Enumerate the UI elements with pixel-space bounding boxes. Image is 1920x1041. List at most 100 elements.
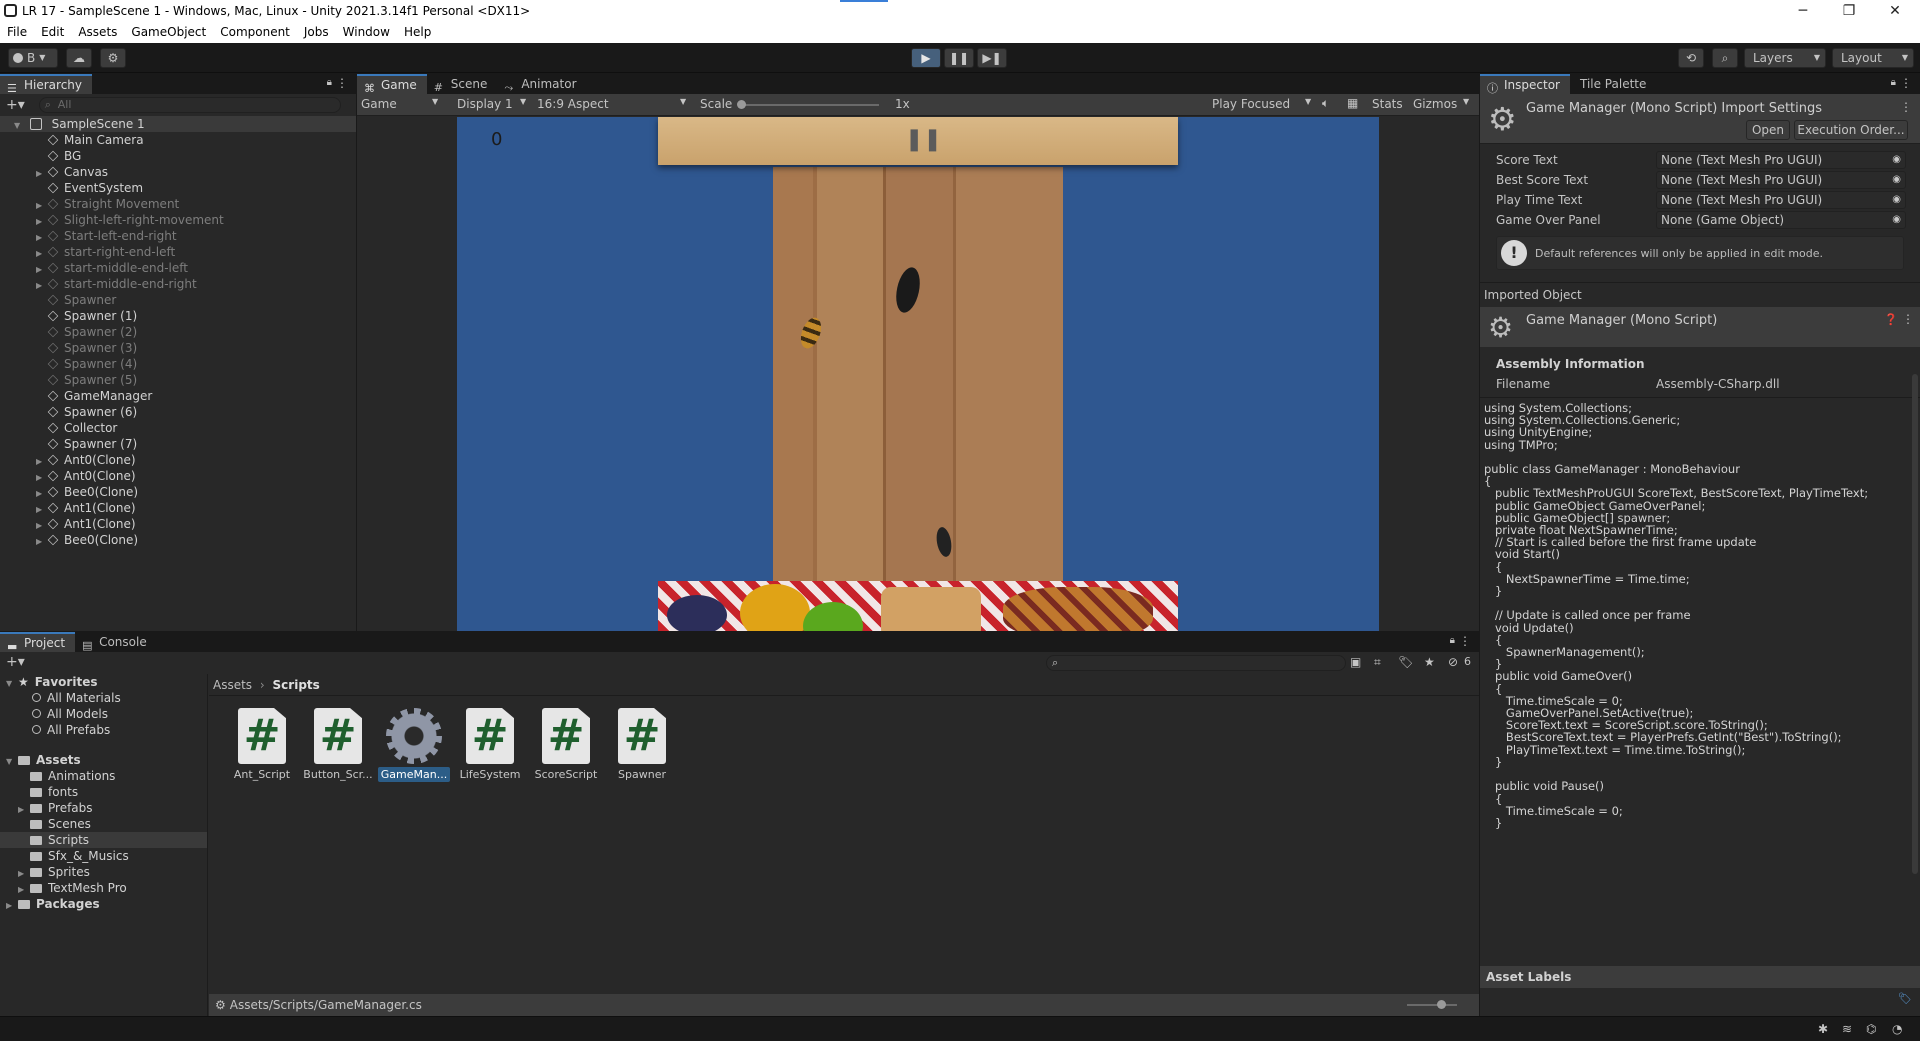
favorite-item[interactable]: All Prefabs [0,722,207,738]
scale-slider[interactable] [739,104,879,106]
menu-window[interactable]: Window [336,22,397,43]
help-icon[interactable]: ❓ [1884,313,1898,326]
menu-assets[interactable]: Assets [71,22,124,43]
step-button[interactable]: ▶❚ [977,48,1007,68]
maximize-button[interactable]: ❐ [1826,0,1872,22]
gizmos-button[interactable]: Gizmos [1413,97,1457,111]
history-button[interactable]: ⟲ [1678,48,1704,68]
layout-dropdown[interactable]: Layout ▼ [1832,48,1914,68]
close-button[interactable]: ✕ [1872,0,1918,22]
hierarchy-item[interactable]: ▶ Slight-left-right-movement [0,212,356,228]
inspector-scrollbar[interactable] [1912,374,1918,874]
game-canvas[interactable]: 0 ❚❚ [457,117,1379,631]
favorites-node[interactable]: ▼ ★ Favorites [0,674,207,690]
favorite-item[interactable]: All Models [0,706,207,722]
hierarchy-item[interactable]: Spawner (2) [0,324,356,340]
menu-jobs[interactable]: Jobs [297,22,336,43]
collab-button[interactable]: ⚙ [100,48,126,68]
menu-edit[interactable]: Edit [34,22,71,43]
hierarchy-item[interactable]: ▶ Ant1(Clone) [0,516,356,532]
favorite-star-icon[interactable]: ★ [1424,655,1435,669]
folder-item[interactable]: Sfx_&_Musics [0,848,207,864]
object-field[interactable]: None (Text Mesh Pro UGUI) ◉ [1656,171,1906,189]
breadcrumb-assets[interactable]: Assets [213,678,252,692]
object-picker-icon[interactable]: ◉ [1892,152,1901,168]
asset-item[interactable]: GameMan... [376,708,452,782]
display-dropdown[interactable]: Display 1 [457,97,513,111]
lock-icon[interactable]: 🔒︎ [327,77,332,88]
menu-component[interactable]: Component [213,22,297,43]
tab-hierarchy[interactable]: ☰ Hierarchy [0,74,93,95]
aspect-dropdown[interactable]: 16:9 Aspect [537,97,609,111]
folder-item[interactable]: Animations [0,768,207,784]
tab-animator[interactable]: ⤳ Animator [497,74,586,94]
asset-item[interactable]: # Spawner [604,708,680,781]
hierarchy-item[interactable]: ▶ start-right-end-left [0,244,356,260]
hierarchy-item[interactable]: Spawner (4) [0,356,356,372]
play-focus-dropdown[interactable]: Play Focused [1212,97,1290,111]
hierarchy-item[interactable]: ▶ Ant1(Clone) [0,500,356,516]
packages-node[interactable]: ▶ Packages [0,896,207,912]
lock-icon[interactable]: 🔒︎ [1450,635,1455,646]
icon-size-slider[interactable] [1407,1004,1457,1006]
hidden-toggle-icon[interactable]: ⊘ [1448,655,1458,669]
pause-button[interactable]: ❚❚ [944,48,974,68]
asset-item[interactable]: # Button_Scr... [300,708,376,781]
network-icon[interactable]: ⌬ [1866,1022,1876,1036]
hierarchy-item[interactable]: ▶ Start-left-end-right [0,228,356,244]
hierarchy-item[interactable]: Collector [0,420,356,436]
label-tag-icon[interactable]: 🏷︎ [1898,992,1912,1005]
hierarchy-item[interactable]: ▶ Bee0(Clone) [0,532,356,548]
asset-item[interactable]: # LifeSystem [452,708,528,781]
more-icon[interactable]: ⋮ [336,76,348,90]
folder-item[interactable]: Scripts [0,832,207,848]
progress-icon[interactable]: ◔ [1892,1022,1902,1036]
tab-inspector[interactable]: ⓘ Inspector [1480,74,1570,95]
hierarchy-item[interactable]: Spawner (5) [0,372,356,388]
pause-game-button[interactable]: ❚❚ [905,127,942,152]
add-icon[interactable]: +▾ [6,97,25,113]
asset-item[interactable]: # Ant_Script [224,708,300,781]
more-icon[interactable]: ⋮ [1900,100,1912,114]
cloud-button[interactable]: ☁ [66,48,92,68]
display-mode-dropdown[interactable]: Game [361,97,397,111]
hierarchy-search-input[interactable]: ⌕ All [38,97,341,113]
tab-game[interactable]: ⌘ Game [357,74,427,95]
audio-icon[interactable]: 🔈︎ [1322,96,1329,111]
object-field[interactable]: None (Text Mesh Pro UGUI) ◉ [1656,191,1906,209]
filter-type-icon[interactable]: ▣ [1350,655,1361,669]
object-picker-icon[interactable]: ◉ [1892,172,1901,188]
open-button[interactable]: Open [1746,120,1790,140]
filter-label-icon[interactable]: ⌗ [1374,655,1381,670]
scene-root[interactable]: ▼ SampleScene 1 [0,116,356,132]
object-picker-icon[interactable]: ◉ [1892,212,1901,228]
folder-item[interactable]: Scenes [0,816,207,832]
hierarchy-item[interactable]: BG [0,148,356,164]
layers-dropdown[interactable]: Layers ▼ [1744,48,1826,68]
search-button[interactable]: ⌕ [1712,48,1738,68]
object-field[interactable]: None (Game Object) ◉ [1656,211,1906,229]
object-picker-icon[interactable]: ◉ [1892,192,1901,208]
lock-icon[interactable]: 🔒︎ [1891,77,1896,88]
tag-icon[interactable]: 🏷︎ [1398,655,1413,669]
play-button[interactable]: ▶ [911,48,941,68]
execution-order-button[interactable]: Execution Order... [1794,120,1908,140]
minimize-button[interactable]: ─ [1780,0,1826,22]
menu-gameobject[interactable]: GameObject [124,22,213,43]
tab-tile-palette[interactable]: Tile Palette [1570,74,1656,94]
bug-icon[interactable]: ✱ [1818,1022,1828,1036]
hierarchy-item[interactable]: ▶ Canvas [0,164,356,180]
hierarchy-item[interactable]: Spawner (6) [0,404,356,420]
hierarchy-item[interactable]: ▶ start-middle-end-left [0,260,356,276]
hierarchy-item[interactable]: Main Camera [0,132,356,148]
hierarchy-item[interactable]: EventSystem [0,180,356,196]
tab-console[interactable]: ▤ Console [75,632,157,652]
stack-icon[interactable]: ≋ [1842,1022,1852,1036]
tab-scene[interactable]: # Scene [427,74,498,94]
scale-slider-handle[interactable] [737,100,746,109]
breadcrumb-scripts[interactable]: Scripts [273,678,320,692]
project-search-input[interactable]: ⌕ [1046,655,1346,671]
icon-size-slider-handle[interactable] [1437,1000,1446,1009]
hierarchy-item[interactable]: Spawner [0,292,356,308]
hierarchy-item[interactable]: Spawner (7) [0,436,356,452]
